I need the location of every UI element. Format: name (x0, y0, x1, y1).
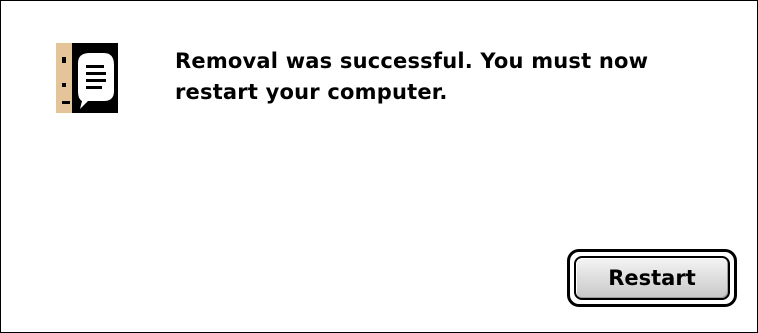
alert-dialog: Removal was successful. You must now res… (0, 0, 758, 333)
note-alert-icon (56, 43, 118, 113)
dialog-message: Removal was successful. You must now res… (175, 49, 649, 104)
restart-button[interactable]: Restart (574, 256, 730, 300)
restart-button-frame: Restart (567, 249, 737, 307)
